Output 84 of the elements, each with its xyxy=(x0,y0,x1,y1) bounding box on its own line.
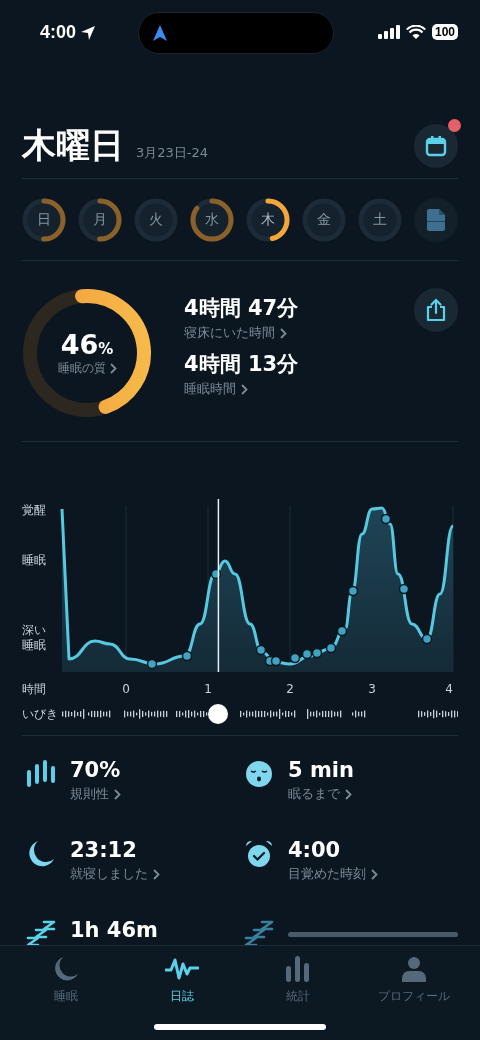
hour-label: 4 xyxy=(445,682,453,696)
wave-icon xyxy=(165,956,199,982)
nav-tab[interactable]: 統計 xyxy=(243,946,353,1040)
location-arrow-icon xyxy=(80,25,97,41)
nav-tab[interactable]: プロフィール xyxy=(359,946,469,1040)
data-point xyxy=(336,625,348,637)
sleeping-face-icon xyxy=(245,760,273,788)
duration-value: 4時間 47分 xyxy=(184,295,300,322)
quality-label: 睡眠の質 xyxy=(57,360,106,377)
data-point xyxy=(289,652,301,664)
metric-value: 1h 46m xyxy=(70,918,159,942)
day-title: 木曜日 xyxy=(22,124,124,167)
report-button[interactable] xyxy=(414,198,458,242)
share-button[interactable] xyxy=(414,288,458,332)
data-point xyxy=(181,650,193,662)
data-point xyxy=(210,568,222,580)
status-time: 4:00 xyxy=(40,21,77,43)
data-point xyxy=(146,658,158,670)
day-ring[interactable]: 木 xyxy=(246,198,290,242)
metric-value: 5 min xyxy=(288,758,355,782)
moon-icon xyxy=(27,840,55,868)
date-range: 3月23日-24 xyxy=(136,144,209,162)
day-ring[interactable]: 金 xyxy=(302,198,346,242)
data-point xyxy=(301,648,313,660)
metric-link[interactable]: 就寝しました xyxy=(70,865,160,883)
sleep-quality-ring[interactable]: 46% 睡眠の質 xyxy=(22,288,152,418)
duration-value: 4時間 13分 xyxy=(184,351,300,378)
duration-link[interactable]: 寝床にいた時間 xyxy=(184,324,287,342)
day-ring[interactable]: 月 xyxy=(78,198,122,242)
axis-title: 時間 xyxy=(22,682,46,696)
bar-chart-icon xyxy=(285,956,311,982)
hour-label: 2 xyxy=(286,682,294,696)
data-point xyxy=(270,655,282,667)
metric-value: 70% xyxy=(70,758,122,782)
nav-tab[interactable]: 睡眠 xyxy=(11,946,121,1040)
zzz-icon xyxy=(244,920,274,948)
document-icon xyxy=(427,209,445,231)
chevron-icon xyxy=(109,363,117,374)
chevron-icon xyxy=(371,868,378,880)
signal-icon xyxy=(377,25,400,39)
data-point xyxy=(398,583,410,595)
chevron-icon xyxy=(153,868,160,880)
data-point xyxy=(347,585,359,597)
metric-link[interactable]: 眠るまで xyxy=(288,785,352,803)
share-icon xyxy=(425,298,447,322)
day-ring[interactable]: 火 xyxy=(134,198,178,242)
stage-label: 睡眠 xyxy=(22,553,46,567)
stage-label: 覚醒 xyxy=(22,503,46,517)
chevron-icon xyxy=(241,383,248,395)
stage-label: 深い睡眠 xyxy=(22,623,46,652)
hour-label: 1 xyxy=(204,682,212,696)
calendar-icon xyxy=(425,135,447,157)
quality-value: 46 xyxy=(60,329,99,360)
metric-link[interactable]: 目覚めた時刻 xyxy=(288,865,378,883)
moon-icon xyxy=(53,956,79,982)
alarm-clock-icon xyxy=(245,840,273,868)
data-point xyxy=(325,642,337,654)
metric-value: 4:00 xyxy=(288,838,342,862)
calendar-button[interactable] xyxy=(414,124,458,168)
person-icon xyxy=(401,956,427,982)
data-point xyxy=(311,647,323,659)
duration-link[interactable]: 睡眠時間 xyxy=(184,380,248,398)
hour-label: 3 xyxy=(368,682,376,696)
data-point xyxy=(421,633,433,645)
navigation-arrow-icon xyxy=(153,25,167,41)
zzz-icon xyxy=(26,920,56,948)
hour-label: 0 xyxy=(122,682,130,696)
battery-level: 100 xyxy=(431,24,458,40)
data-point xyxy=(255,644,267,656)
day-ring[interactable]: 日 xyxy=(22,198,66,242)
day-ring[interactable]: 水 xyxy=(190,198,234,242)
chevron-icon xyxy=(114,788,121,800)
chevron-icon xyxy=(280,327,287,339)
wifi-icon xyxy=(405,25,426,39)
percent-sign: % xyxy=(98,340,114,358)
day-ring[interactable]: 土 xyxy=(358,198,402,242)
data-point xyxy=(380,513,392,525)
metric-link[interactable]: 規則性 xyxy=(70,785,121,803)
metric-value: 23:12 xyxy=(70,838,138,862)
snore-label: いびき xyxy=(22,705,59,723)
chevron-icon xyxy=(345,788,352,800)
playback-scrubber[interactable] xyxy=(208,704,229,724)
bars-icon xyxy=(26,760,56,788)
nav-tab[interactable]: 日誌 xyxy=(127,946,237,1040)
